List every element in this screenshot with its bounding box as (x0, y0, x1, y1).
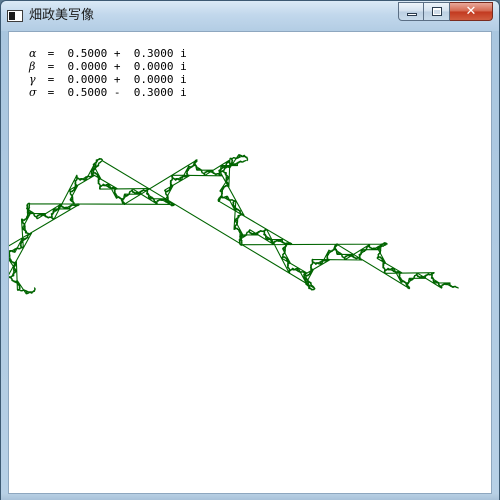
app-icon[interactable] (7, 10, 23, 22)
fractal-curve (9, 154, 459, 295)
window-controls: ✕ (398, 2, 493, 22)
window-title: 畑政美写像 (29, 8, 95, 23)
close-button[interactable]: ✕ (450, 2, 493, 21)
maximize-icon (432, 7, 442, 16)
minimize-button[interactable] (398, 2, 424, 21)
app-window: 畑政美写像 ✕ α = 0.5000 + 0.3000 i β = 0.0000… (0, 0, 500, 500)
minimize-icon (407, 13, 417, 16)
fractal-curve-plot (9, 154, 459, 295)
title-bar[interactable]: 畑政美写像 ✕ (1, 1, 499, 31)
maximize-button[interactable] (424, 2, 450, 21)
window-bottom-border (1, 494, 499, 500)
close-icon: ✕ (465, 4, 477, 19)
drawing-area[interactable]: α = 0.5000 + 0.3000 i β = 0.0000 + 0.000… (8, 31, 492, 494)
